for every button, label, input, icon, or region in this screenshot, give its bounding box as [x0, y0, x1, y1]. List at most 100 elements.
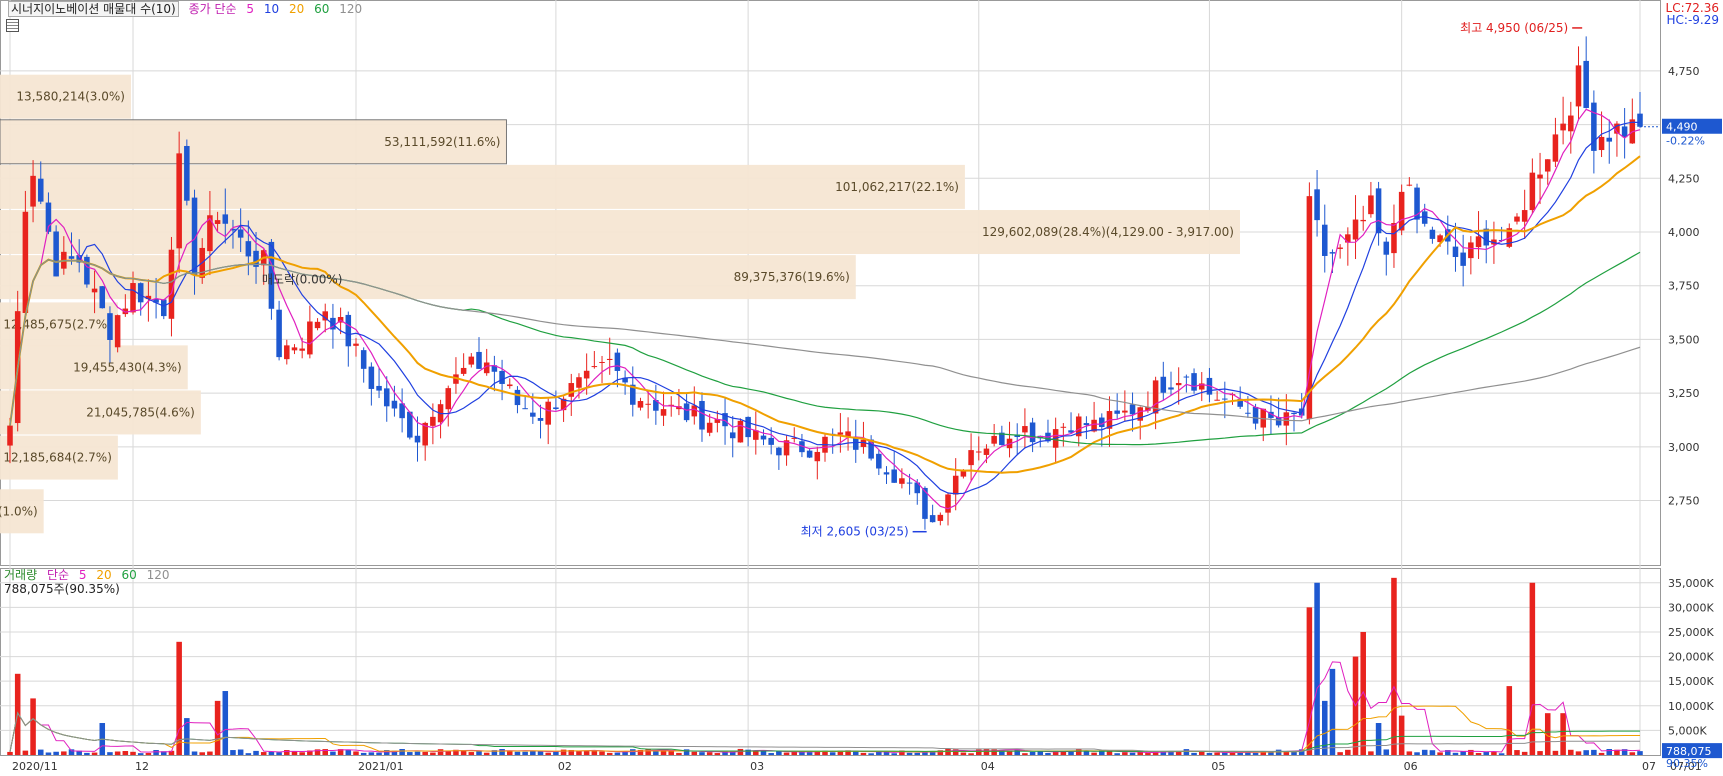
- candle-body: [1160, 376, 1167, 393]
- volume-bar: [1583, 750, 1589, 755]
- candle-body: [1637, 113, 1643, 127]
- volume-bar: [560, 749, 567, 755]
- volume-bar: [706, 752, 713, 755]
- candle-body: [99, 286, 106, 309]
- candle-body: [1214, 399, 1220, 401]
- candle-body: [1283, 412, 1290, 426]
- candle-body: [1175, 383, 1182, 386]
- price-tick-label: 3,750: [1668, 280, 1700, 293]
- candle-body: [537, 418, 544, 421]
- price-tick-label: 3,000: [1668, 441, 1700, 454]
- volume-bar: [61, 751, 67, 755]
- candle-body: [1337, 247, 1343, 249]
- volume-profile-label: 12,185,684(2.7%): [3, 451, 112, 465]
- volume-bar: [768, 753, 774, 755]
- candle-body: [591, 366, 598, 368]
- volume-bar: [668, 751, 674, 755]
- candle-body: [599, 361, 605, 363]
- volume-bar: [1575, 751, 1582, 755]
- volume-bar: [1075, 749, 1082, 755]
- candle-body: [91, 288, 98, 293]
- candle-body: [383, 388, 390, 407]
- volume-bar: [414, 751, 421, 755]
- volume-bar: [1606, 748, 1613, 755]
- grid-icon[interactable]: [6, 19, 19, 32]
- volume-bar: [776, 751, 782, 755]
- volume-bar: [960, 752, 967, 755]
- candle-body: [1099, 417, 1105, 427]
- volume-bar: [1191, 752, 1197, 755]
- candle-body: [806, 450, 813, 458]
- volume-bar: [1421, 749, 1428, 755]
- volume-bar: [1598, 752, 1605, 755]
- volume-bar: [230, 750, 236, 755]
- candle-body: [184, 145, 190, 201]
- volume-bar: [1414, 752, 1420, 755]
- volume-bar: [829, 752, 836, 755]
- candle-body: [222, 214, 229, 224]
- candle-body: [1460, 252, 1466, 266]
- volume-bar: [145, 753, 152, 755]
- volume-bar: [1206, 752, 1213, 755]
- candle-body: [1168, 387, 1174, 390]
- candle-body: [476, 351, 482, 369]
- volume-bar: [207, 751, 213, 755]
- candle-body: [130, 283, 136, 313]
- current-volume-pct: 90.35%: [1666, 757, 1708, 770]
- candle-body: [391, 400, 398, 409]
- candle-body: [760, 435, 767, 440]
- volume-profile-bar: [0, 164, 965, 209]
- volume-ma-60: 60: [121, 568, 137, 582]
- volume-bar: [714, 753, 721, 755]
- candle-body: [1544, 159, 1551, 172]
- volume-bar: [1329, 668, 1336, 755]
- candle-body: [1252, 406, 1259, 424]
- candle-body: [1360, 219, 1366, 222]
- candle-body: [1375, 188, 1382, 234]
- candle-body: [906, 482, 913, 484]
- volume-bar: [1122, 752, 1128, 755]
- volume-bar: [376, 752, 382, 755]
- candle-body: [937, 514, 944, 521]
- date-tick-label: 12: [135, 760, 149, 773]
- candle-body: [1275, 417, 1282, 426]
- candle-body: [514, 389, 521, 406]
- date-tick-label: 02: [558, 760, 572, 773]
- candle-body: [353, 343, 359, 346]
- volume-bar: [1029, 751, 1036, 755]
- candle-body: [1329, 252, 1336, 254]
- candle-body: [22, 211, 29, 313]
- volume-bar: [1321, 700, 1328, 755]
- candle-body: [776, 447, 782, 456]
- volume-bar: [1475, 752, 1482, 755]
- candle-body: [976, 451, 982, 453]
- candle-body: [1568, 115, 1574, 132]
- candle-body: [1352, 219, 1359, 240]
- volume-bar: [176, 641, 182, 755]
- date-tick-label: 03: [750, 760, 764, 773]
- ma-10-label: 10: [263, 2, 280, 16]
- candle-body: [84, 256, 90, 285]
- volume-profile-label: 21,045,785(4.6%): [86, 405, 195, 419]
- candle-body: [706, 422, 713, 433]
- volume-bar: [868, 753, 874, 755]
- volume-bar: [1375, 723, 1382, 755]
- candle-body: [68, 256, 75, 259]
- price-legend: 시너지이노베이션 매물대 수(10) 종가 단순 5 10 20 60 120: [8, 1, 368, 17]
- candle-body: [176, 153, 182, 249]
- candle-body: [1368, 195, 1374, 215]
- volume-tick-label: 35,000K: [1668, 577, 1714, 590]
- candle-body: [276, 309, 282, 358]
- volume-bar: [330, 751, 336, 755]
- candle-body: [284, 345, 290, 360]
- candle-body: [945, 494, 951, 513]
- candle-body: [30, 175, 36, 207]
- volume-bar: [1091, 752, 1097, 755]
- candle-body: [606, 358, 613, 360]
- volume-bar: [1391, 577, 1397, 755]
- volume-bar: [368, 752, 375, 755]
- candle-body: [929, 515, 936, 523]
- candle-body: [1391, 223, 1397, 254]
- candle-body: [583, 370, 590, 379]
- volume-bar: [530, 750, 536, 755]
